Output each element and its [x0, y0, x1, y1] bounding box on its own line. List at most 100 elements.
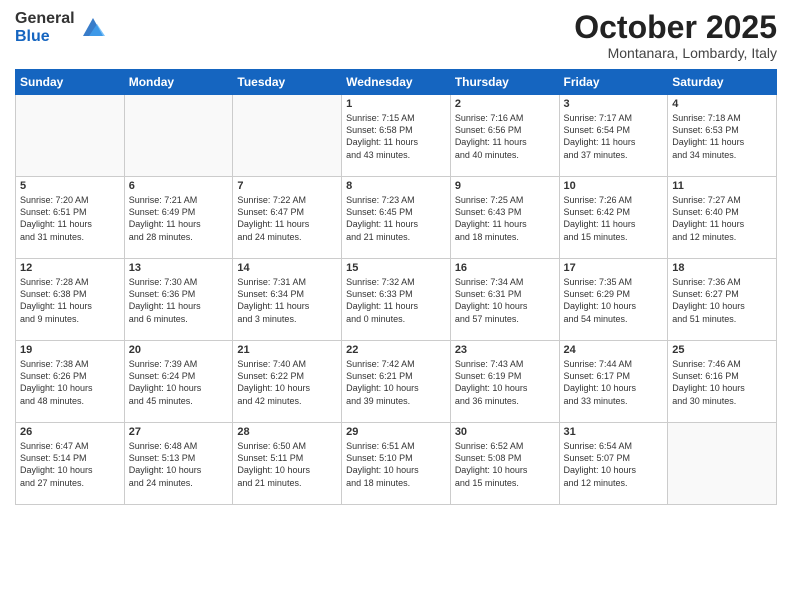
table-row: 1Sunrise: 7:15 AM Sunset: 6:58 PM Daylig… — [342, 95, 451, 177]
day-info: Sunrise: 6:54 AM Sunset: 5:07 PM Dayligh… — [564, 440, 664, 489]
col-friday: Friday — [559, 70, 668, 95]
table-row: 2Sunrise: 7:16 AM Sunset: 6:56 PM Daylig… — [450, 95, 559, 177]
day-number: 20 — [129, 344, 229, 356]
table-row — [16, 95, 125, 177]
logo: General Blue — [15, 10, 107, 45]
day-info: Sunrise: 7:42 AM Sunset: 6:21 PM Dayligh… — [346, 358, 446, 407]
table-row: 25 Sunrise: 7:46 AM Sunset: 6:16 PM Dayli… — [668, 341, 777, 423]
day-info: Sunrise: 6:47 AM Sunset: 5:14 PM Dayligh… — [20, 440, 120, 489]
day-info: Sunrise: 6:50 AM Sunset: 5:11 PM Dayligh… — [237, 440, 337, 489]
table-row: 12Sunrise: 7:28 AM Sunset: 6:38 PM Dayli… — [16, 259, 125, 341]
col-saturday: Saturday — [668, 70, 777, 95]
day-info: Sunrise: 7:22 AM Sunset: 6:47 PM Dayligh… — [237, 194, 337, 243]
table-row: 11 Sunrise: 7:27 AM Sunset: 6:40 PM Dayli… — [668, 177, 777, 259]
table-row — [668, 423, 777, 505]
title-block: October 2025 Montanara, Lombardy, Italy — [574, 10, 777, 61]
day-number: 8 — [346, 180, 446, 192]
table-row: 8 Sunrise: 7:23 AM Sunset: 6:45 PM Daylig… — [342, 177, 451, 259]
day-info: Sunrise: 7:46 AM Sunset: 6:16 PM Dayligh… — [672, 358, 772, 407]
logo-text: General Blue — [15, 10, 75, 45]
table-row: 7 Sunrise: 7:22 AM Sunset: 6:47 PM Daylig… — [233, 177, 342, 259]
table-row: 9Sunrise: 7:25 AM Sunset: 6:43 PM Daylig… — [450, 177, 559, 259]
table-row: 18 Sunrise: 7:36 AM Sunset: 6:27 PM Dayli… — [668, 259, 777, 341]
day-info: Sunrise: 7:28 AM Sunset: 6:38 PM Dayligh… — [20, 276, 120, 325]
day-number: 4 — [672, 98, 772, 110]
day-info: Sunrise: 7:17 AM Sunset: 6:54 PM Dayligh… — [564, 112, 664, 161]
day-info: Sunrise: 7:23 AM Sunset: 6:45 PM Dayligh… — [346, 194, 446, 243]
day-number: 25 — [672, 344, 772, 356]
day-info: Sunrise: 7:30 AM Sunset: 6:36 PM Dayligh… — [129, 276, 229, 325]
day-number: 28 — [237, 426, 337, 438]
day-number: 17 — [564, 262, 664, 274]
day-info: Sunrise: 7:44 AM Sunset: 6:17 PM Dayligh… — [564, 358, 664, 407]
day-info: Sunrise: 7:38 AM Sunset: 6:26 PM Dayligh… — [20, 358, 120, 407]
col-tuesday: Tuesday — [233, 70, 342, 95]
day-info: Sunrise: 7:31 AM Sunset: 6:34 PM Dayligh… — [237, 276, 337, 325]
col-thursday: Thursday — [450, 70, 559, 95]
table-row: 5Sunrise: 7:20 AM Sunset: 6:51 PM Daylig… — [16, 177, 125, 259]
table-row: 3 Sunrise: 7:17 AM Sunset: 6:54 PM Daylig… — [559, 95, 668, 177]
day-number: 3 — [564, 98, 664, 110]
day-info: Sunrise: 7:40 AM Sunset: 6:22 PM Dayligh… — [237, 358, 337, 407]
logo-general: General — [15, 10, 75, 28]
day-number: 7 — [237, 180, 337, 192]
calendar-week-row: 12Sunrise: 7:28 AM Sunset: 6:38 PM Dayli… — [16, 259, 777, 341]
day-info: Sunrise: 7:35 AM Sunset: 6:29 PM Dayligh… — [564, 276, 664, 325]
day-number: 9 — [455, 180, 555, 192]
day-number: 15 — [346, 262, 446, 274]
calendar-week-row: 26 Sunrise: 6:47 AM Sunset: 5:14 PM Dayli… — [16, 423, 777, 505]
day-number: 11 — [672, 180, 772, 192]
table-row — [124, 95, 233, 177]
page: General Blue October 2025 Montanara, Lom… — [0, 0, 792, 612]
day-number: 2 — [455, 98, 555, 110]
table-row: 22 Sunrise: 7:42 AM Sunset: 6:21 PM Dayli… — [342, 341, 451, 423]
day-number: 21 — [237, 344, 337, 356]
table-row: 14 Sunrise: 7:31 AM Sunset: 6:34 PM Dayli… — [233, 259, 342, 341]
calendar-week-row: 5Sunrise: 7:20 AM Sunset: 6:51 PM Daylig… — [16, 177, 777, 259]
day-number: 14 — [237, 262, 337, 274]
table-row: 21 Sunrise: 7:40 AM Sunset: 6:22 PM Dayli… — [233, 341, 342, 423]
day-number: 26 — [20, 426, 120, 438]
table-row: 30 Sunrise: 6:52 AM Sunset: 5:08 PM Dayli… — [450, 423, 559, 505]
table-row: 26 Sunrise: 6:47 AM Sunset: 5:14 PM Dayli… — [16, 423, 125, 505]
table-row: 28 Sunrise: 6:50 AM Sunset: 5:11 PM Dayli… — [233, 423, 342, 505]
logo-blue: Blue — [15, 28, 75, 46]
day-info: Sunrise: 7:34 AM Sunset: 6:31 PM Dayligh… — [455, 276, 555, 325]
day-number: 22 — [346, 344, 446, 356]
table-row: 16Sunrise: 7:34 AM Sunset: 6:31 PM Dayli… — [450, 259, 559, 341]
day-number: 19 — [20, 344, 120, 356]
day-number: 18 — [672, 262, 772, 274]
day-info: Sunrise: 7:18 AM Sunset: 6:53 PM Dayligh… — [672, 112, 772, 161]
day-number: 6 — [129, 180, 229, 192]
table-row: 10 Sunrise: 7:26 AM Sunset: 6:42 PM Dayli… — [559, 177, 668, 259]
table-row — [233, 95, 342, 177]
day-number: 10 — [564, 180, 664, 192]
day-info: Sunrise: 7:21 AM Sunset: 6:49 PM Dayligh… — [129, 194, 229, 243]
calendar-week-row: 19 Sunrise: 7:38 AM Sunset: 6:26 PM Dayli… — [16, 341, 777, 423]
day-info: Sunrise: 7:32 AM Sunset: 6:33 PM Dayligh… — [346, 276, 446, 325]
table-row: 27 Sunrise: 6:48 AM Sunset: 5:13 PM Dayli… — [124, 423, 233, 505]
day-number: 27 — [129, 426, 229, 438]
day-info: Sunrise: 6:48 AM Sunset: 5:13 PM Dayligh… — [129, 440, 229, 489]
day-info: Sunrise: 6:51 AM Sunset: 5:10 PM Dayligh… — [346, 440, 446, 489]
col-sunday: Sunday — [16, 70, 125, 95]
table-row: 19 Sunrise: 7:38 AM Sunset: 6:26 PM Dayli… — [16, 341, 125, 423]
day-number: 23 — [455, 344, 555, 356]
day-info: Sunrise: 7:15 AM Sunset: 6:58 PM Dayligh… — [346, 112, 446, 161]
day-number: 31 — [564, 426, 664, 438]
month-title: October 2025 — [574, 10, 777, 45]
table-row: 13Sunrise: 7:30 AM Sunset: 6:36 PM Dayli… — [124, 259, 233, 341]
col-monday: Monday — [124, 70, 233, 95]
day-number: 5 — [20, 180, 120, 192]
day-info: Sunrise: 7:36 AM Sunset: 6:27 PM Dayligh… — [672, 276, 772, 325]
day-number: 30 — [455, 426, 555, 438]
day-info: Sunrise: 7:27 AM Sunset: 6:40 PM Dayligh… — [672, 194, 772, 243]
table-row: 6 Sunrise: 7:21 AM Sunset: 6:49 PM Daylig… — [124, 177, 233, 259]
table-row: 29Sunrise: 6:51 AM Sunset: 5:10 PM Dayli… — [342, 423, 451, 505]
day-info: Sunrise: 7:26 AM Sunset: 6:42 PM Dayligh… — [564, 194, 664, 243]
table-row: 17 Sunrise: 7:35 AM Sunset: 6:29 PM Dayli… — [559, 259, 668, 341]
table-row: 23Sunrise: 7:43 AM Sunset: 6:19 PM Dayli… — [450, 341, 559, 423]
calendar-table: Sunday Monday Tuesday Wednesday Thursday… — [15, 69, 777, 505]
header: General Blue October 2025 Montanara, Lom… — [15, 10, 777, 61]
day-info: Sunrise: 6:52 AM Sunset: 5:08 PM Dayligh… — [455, 440, 555, 489]
